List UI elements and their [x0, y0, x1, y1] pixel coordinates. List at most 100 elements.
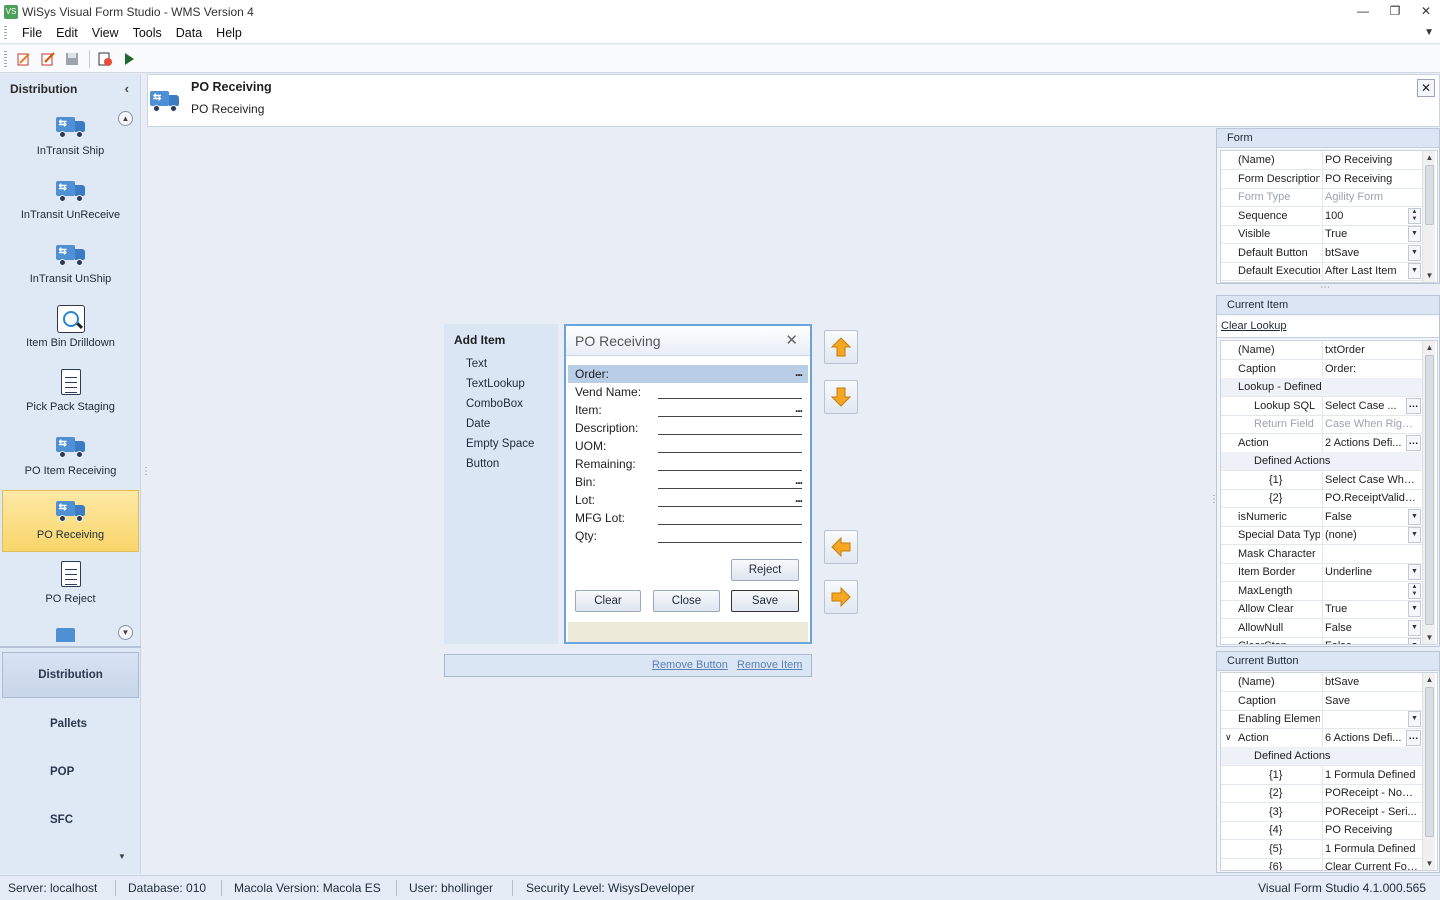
property-value[interactable]: PO Receiving: [1325, 154, 1419, 166]
move-up-button[interactable]: [824, 330, 858, 364]
property-row[interactable]: {1} 1 Formula Defined: [1221, 765, 1422, 785]
property-row[interactable]: (Name) txtOrder: [1221, 341, 1422, 360]
property-value[interactable]: Order:: [1325, 363, 1419, 375]
property-value[interactable]: Case When Right...: [1325, 418, 1419, 430]
form-grid-grip[interactable]: ⋯: [1320, 282, 1330, 293]
field-mfg-lot[interactable]: MFG Lot:: [568, 509, 808, 527]
run-icon[interactable]: [120, 50, 138, 68]
collapse-panel-icon[interactable]: ‹: [125, 81, 129, 96]
property-row[interactable]: Action ∨ 6 Actions Defi...…: [1221, 728, 1422, 748]
scroll-thumb[interactable]: [1425, 165, 1434, 225]
dropdown-icon[interactable]: ▼: [1408, 244, 1421, 261]
dropdown-icon[interactable]: ▼: [1408, 226, 1421, 242]
property-row[interactable]: Caption Order:: [1221, 359, 1422, 379]
property-row[interactable]: Form Description PO Receiving: [1221, 169, 1422, 189]
close-button[interactable]: Close: [653, 590, 720, 612]
property-value[interactable]: False: [1325, 640, 1419, 644]
property-value[interactable]: Select Case ...: [1325, 400, 1419, 412]
property-value[interactable]: 6 Actions Defi...: [1325, 732, 1419, 744]
property-row[interactable]: {2} POReceipt - Non ...: [1221, 784, 1422, 803]
property-row[interactable]: {3} POReceipt - Seri...: [1221, 802, 1422, 822]
dropdown-icon[interactable]: ▼: [1408, 508, 1421, 525]
property-value[interactable]: After Last Item: [1325, 265, 1419, 277]
property-row[interactable]: Caption Save: [1221, 691, 1422, 711]
panel-splitter-grip[interactable]: ⋮: [141, 466, 151, 477]
edit-form-icon[interactable]: [39, 50, 57, 68]
nav-item-po-receiving[interactable]: ⇆ PO Receiving: [2, 490, 139, 552]
add-text-option[interactable]: Text: [466, 358, 487, 370]
field-lot[interactable]: Lot:...: [568, 491, 808, 509]
expand-icon[interactable]: ∨: [1225, 732, 1232, 743]
property-value[interactable]: Save: [1325, 695, 1419, 707]
add-empty-space-option[interactable]: Empty Space: [466, 438, 534, 450]
scroll-down-icon[interactable]: ▼: [1423, 857, 1436, 870]
property-row[interactable]: Default Button btSave ▼: [1221, 243, 1422, 263]
nav-item-intransit-unship[interactable]: ⇆ InTransit UnShip: [2, 235, 139, 297]
property-row[interactable]: Lookup - Defined: [1221, 378, 1422, 397]
nav-splitter[interactable]: [0, 646, 141, 648]
group-pop[interactable]: POP: [2, 749, 139, 795]
property-row[interactable]: {6} Clear Current Form: [1221, 858, 1422, 870]
lookup-icon[interactable]: ...: [795, 491, 803, 505]
menu-help[interactable]: Help: [209, 26, 249, 40]
menu-data[interactable]: Data: [169, 26, 209, 40]
lookup-icon[interactable]: ...: [795, 365, 803, 379]
preview-close-icon[interactable]: ✕: [785, 331, 798, 349]
scroll-up-icon[interactable]: ▲: [1423, 151, 1436, 164]
spinner-icon[interactable]: ▲ ▼: [1408, 207, 1421, 224]
property-scrollbar[interactable]: ▲ ▼: [1422, 673, 1435, 870]
property-row[interactable]: Defined Actions: [1221, 747, 1422, 766]
reject-button[interactable]: Reject: [731, 559, 799, 581]
field-qty[interactable]: Qty:: [568, 527, 808, 545]
scroll-down-icon[interactable]: ▼: [118, 625, 133, 640]
add-textlookup-option[interactable]: TextLookup: [466, 378, 525, 390]
property-value[interactable]: txtOrder: [1325, 344, 1419, 356]
nav-item-pick-pack-staging[interactable]: Pick Pack Staging: [2, 363, 139, 425]
remove-button-link[interactable]: Remove Button: [652, 659, 728, 671]
property-row[interactable]: Enabling Element ▼: [1221, 710, 1422, 729]
property-value[interactable]: POReceipt - Seri...: [1325, 806, 1419, 818]
dropdown-icon[interactable]: ▼: [1408, 601, 1421, 617]
close-window-button[interactable]: ✕: [1418, 4, 1434, 18]
property-value[interactable]: PO.ReceiptValida...: [1325, 492, 1419, 504]
nav-item-intransit-unreceive[interactable]: ⇆ InTransit UnReceive: [2, 171, 139, 233]
property-scrollbar[interactable]: ▲ ▼: [1422, 151, 1435, 282]
property-row[interactable]: Return Field Case When Right...: [1221, 415, 1422, 434]
scroll-up-icon[interactable]: ▲: [1423, 341, 1436, 354]
scroll-up-icon[interactable]: ▲: [1423, 673, 1436, 686]
property-row[interactable]: Visible True ▼: [1221, 225, 1422, 244]
property-value[interactable]: btSave: [1325, 247, 1419, 259]
property-value[interactable]: Agility Form: [1325, 191, 1419, 203]
restore-button[interactable]: ❐: [1387, 4, 1403, 18]
delete-icon[interactable]: [96, 50, 114, 68]
property-row[interactable]: (Name) PO Receiving: [1221, 151, 1422, 170]
menu-edit[interactable]: Edit: [49, 26, 85, 40]
property-row[interactable]: ClearStop False▼: [1221, 637, 1422, 644]
scroll-thumb[interactable]: [1425, 687, 1434, 837]
scroll-down-icon[interactable]: ▼: [1423, 631, 1436, 644]
property-value[interactable]: 100: [1325, 210, 1419, 222]
move-right-button[interactable]: [824, 580, 858, 614]
lookup-icon[interactable]: ...: [795, 401, 803, 415]
property-row[interactable]: {4} PO Receiving: [1221, 821, 1422, 840]
scroll-thumb[interactable]: [1425, 355, 1434, 625]
property-row[interactable]: Allow Clear True ▼: [1221, 600, 1422, 619]
property-row[interactable]: Form Type Agility Form: [1221, 188, 1422, 207]
move-left-button[interactable]: [824, 530, 858, 564]
property-row[interactable]: MaxLength ▲ ▼: [1221, 581, 1422, 601]
close-form-button[interactable]: ✕: [1417, 79, 1435, 97]
menu-file[interactable]: File: [15, 26, 49, 40]
property-value[interactable]: 1 Formula Defined: [1325, 769, 1419, 781]
property-row[interactable]: {1} Select Case Whe...: [1221, 470, 1422, 490]
nav-item-intransit-ship[interactable]: ⇆ InTransit Ship: [2, 107, 139, 169]
spinner-icon[interactable]: ▲ ▼: [1408, 582, 1421, 599]
field-remaining[interactable]: Remaining:: [568, 455, 808, 473]
field-item[interactable]: Item:...: [568, 401, 808, 419]
field-bin[interactable]: Bin:...: [568, 473, 808, 491]
ellipsis-button[interactable]: …: [1406, 434, 1421, 451]
dropdown-icon[interactable]: ▼: [1408, 564, 1421, 580]
property-row[interactable]: Special Data Typ (none) ▼: [1221, 526, 1422, 545]
ellipsis-button[interactable]: …: [1406, 729, 1421, 746]
field-uom[interactable]: UOM:: [568, 437, 808, 455]
ellipsis-button[interactable]: …: [1406, 397, 1421, 414]
